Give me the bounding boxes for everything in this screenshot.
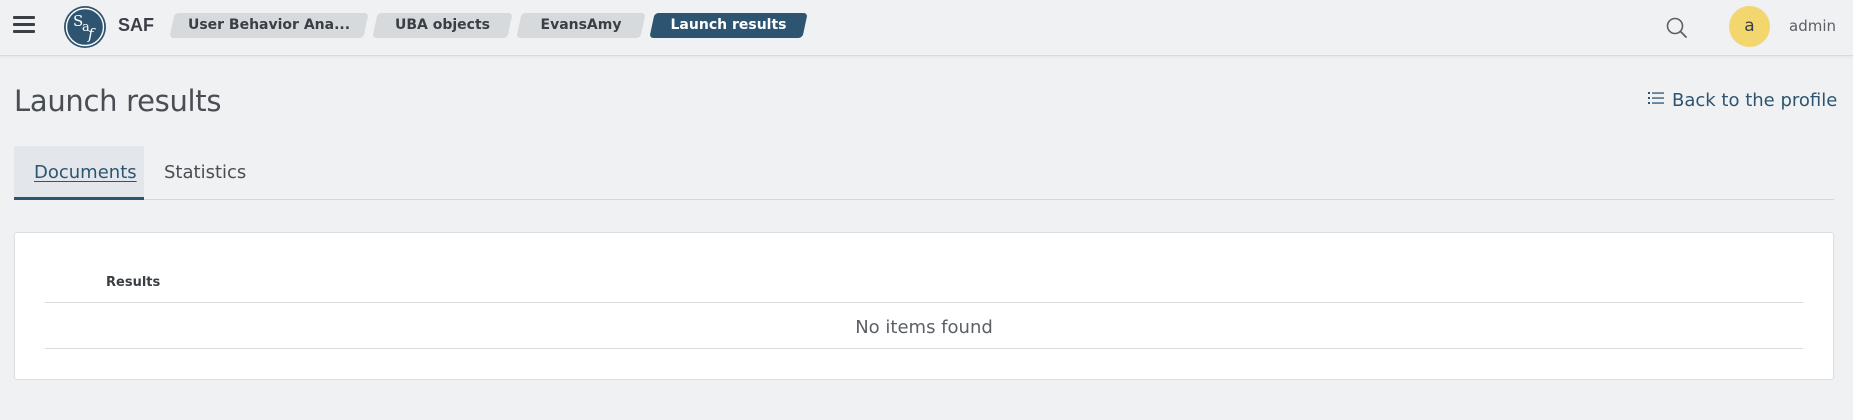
search-icon[interactable]	[1664, 15, 1690, 41]
saf-logo[interactable]: S a f	[64, 6, 106, 48]
tab-documents[interactable]: Documents	[14, 146, 144, 200]
breadcrumb-item-evansamy[interactable]: EvansAmy	[516, 13, 646, 38]
empty-state-message: No items found	[855, 317, 993, 338]
tab-bar: Documents Statistics	[14, 146, 1834, 200]
back-to-profile-link[interactable]: Back to the profile	[1648, 90, 1837, 114]
back-to-profile-label: Back to the profile	[1672, 90, 1838, 111]
username[interactable]: admin	[1789, 17, 1836, 35]
breadcrumb-item-uba[interactable]: User Behavior Ana...	[169, 13, 369, 38]
breadcrumb-label: UBA objects	[394, 17, 490, 33]
breadcrumb-label: Launch results	[670, 17, 787, 33]
results-card: Results No items found	[14, 232, 1834, 380]
breadcrumb-item-launch-results[interactable]: Launch results	[649, 13, 808, 38]
breadcrumb-item-uba-objects[interactable]: UBA objects	[372, 13, 513, 38]
table-bottom-divider	[45, 348, 1803, 349]
hamburger-menu-icon[interactable]	[13, 16, 35, 34]
tab-statistics[interactable]: Statistics	[144, 146, 266, 200]
svg-text:f: f	[87, 25, 96, 43]
column-header-results[interactable]: Results	[106, 275, 160, 290]
breadcrumb-label: User Behavior Ana...	[187, 17, 351, 33]
page-title: Launch results	[14, 84, 222, 118]
table-header-divider	[45, 302, 1803, 303]
breadcrumb-label: EvansAmy	[540, 17, 622, 33]
avatar[interactable]: a	[1729, 6, 1770, 47]
app-name: SAF	[118, 15, 154, 35]
list-icon	[1648, 89, 1664, 110]
top-bar: S a f SAF User Behavior Ana... UBA objec…	[0, 0, 1853, 56]
